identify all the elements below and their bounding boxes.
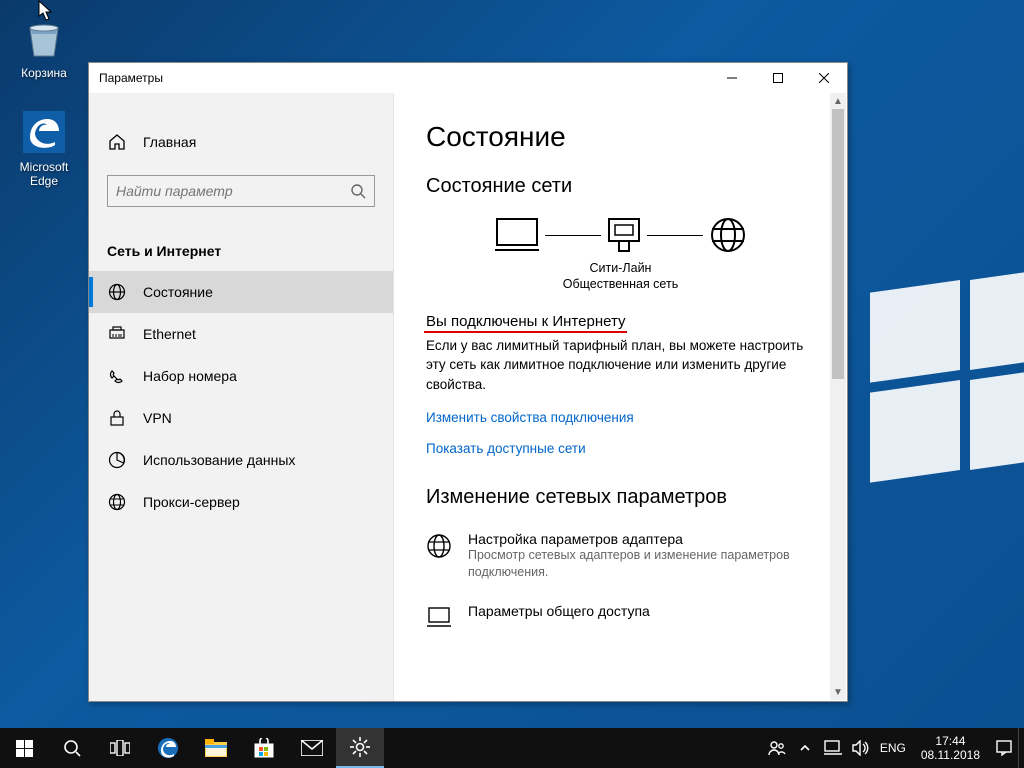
network-type: Общественная сеть [426,276,815,292]
clock-time: 17:44 [921,734,980,748]
scroll-up-icon[interactable]: ▲ [830,93,846,109]
content-pane: Состояние Состояние сети Сити-Лайн Общес… [394,93,847,701]
taskbar-edge[interactable] [144,728,192,768]
minimize-button[interactable] [709,63,755,93]
task-view-button[interactable] [96,728,144,768]
vpn-icon [107,409,127,427]
option-title: Настройка параметров адаптера [468,531,815,547]
option-description: Просмотр сетевых адаптеров и изменение п… [468,547,815,581]
link-change-props[interactable]: Изменить свойства подключения [426,410,815,425]
taskbar: ENG 17:44 08.11.2018 [0,728,1024,768]
nav-item-label: Набор номера [143,368,237,384]
link-show-networks[interactable]: Показать доступные сети [426,441,815,456]
option-sharing-settings[interactable]: Параметры общего доступа [426,603,815,631]
nav-item-proxy[interactable]: Прокси-сервер [89,481,393,523]
nav-item-label: Ethernet [143,326,196,342]
search-icon [350,183,366,199]
pc-icon [495,217,539,253]
taskbar-explorer[interactable] [192,728,240,768]
home-icon [107,133,127,151]
adapter-icon [426,531,454,581]
router-icon [607,217,641,253]
settings-window: Параметры Главная Сеть и Интернет [88,62,848,702]
page-title: Состояние [426,121,815,153]
show-desktop-button[interactable] [1018,728,1024,768]
tray-language[interactable]: ENG [875,728,911,768]
section-change-settings: Изменение сетевых параметров [426,486,815,509]
data-usage-icon [107,451,127,469]
search-button[interactable] [48,728,96,768]
desktop-icon-edge[interactable]: Microsoft Edge [6,108,82,188]
nav-item-status[interactable]: Состояние [89,271,393,313]
status-icon [107,283,127,301]
sidebar: Главная Сеть и Интернет Состояние Ethern… [89,93,394,701]
nav-item-label: VPN [143,410,172,426]
titlebar[interactable]: Параметры [89,63,847,93]
nav-item-dialup[interactable]: Набор номера [89,355,393,397]
scroll-thumb[interactable] [832,109,844,379]
network-diagram [426,216,815,254]
sharing-icon [426,603,454,631]
connected-heading: Вы подключены к Интернету [426,313,625,330]
tray-network-icon[interactable] [819,728,847,768]
desktop-icon-label: Microsoft Edge [6,160,82,188]
scrollbar[interactable]: ▲ ▼ [830,93,846,700]
desktop-icon-label: Корзина [6,66,82,80]
home-link[interactable]: Главная [89,125,393,159]
diagram-labels: Сити-Лайн Общественная сеть [426,260,815,293]
proxy-icon [107,493,127,511]
nav-item-label: Прокси-сервер [143,494,240,510]
network-name: Сити-Лайн [426,260,815,276]
maximize-button[interactable] [755,63,801,93]
taskbar-store[interactable] [240,728,288,768]
option-title: Параметры общего доступа [468,603,650,619]
nav-item-data-usage[interactable]: Использование данных [89,439,393,481]
nav-item-label: Состояние [143,284,213,300]
edge-icon [20,108,68,156]
taskbar-mail[interactable] [288,728,336,768]
taskbar-settings[interactable] [336,728,384,768]
tray-volume-icon[interactable] [847,728,875,768]
dialup-icon [107,367,127,385]
tray-people-icon[interactable] [763,728,791,768]
tray-clock[interactable]: 17:44 08.11.2018 [911,734,990,763]
nav-item-ethernet[interactable]: Ethernet [89,313,393,355]
home-label: Главная [143,134,196,150]
window-title: Параметры [99,71,163,85]
globe-icon [709,216,747,254]
start-button[interactable] [0,728,48,768]
nav-item-label: Использование данных [143,452,295,468]
wallpaper-windows-logo [870,280,1024,480]
nav-item-vpn[interactable]: VPN [89,397,393,439]
search-box[interactable] [107,175,375,207]
desktop-icon-recycle-bin[interactable]: Корзина [6,14,82,80]
search-input[interactable] [116,183,350,199]
tray-chevron-up-icon[interactable] [791,728,819,768]
clock-date: 08.11.2018 [921,748,980,762]
close-button[interactable] [801,63,847,93]
option-adapter-settings[interactable]: Настройка параметров адаптера Просмотр с… [426,531,815,581]
tray-notifications-icon[interactable] [990,728,1018,768]
connected-description: Если у вас лимитный тарифный план, вы мо… [426,336,815,395]
section-network-status: Состояние сети [426,175,815,198]
ethernet-icon [107,325,127,343]
scroll-down-icon[interactable]: ▼ [830,684,846,700]
cursor-icon [38,0,54,22]
section-title: Сеть и Интернет [89,223,393,271]
